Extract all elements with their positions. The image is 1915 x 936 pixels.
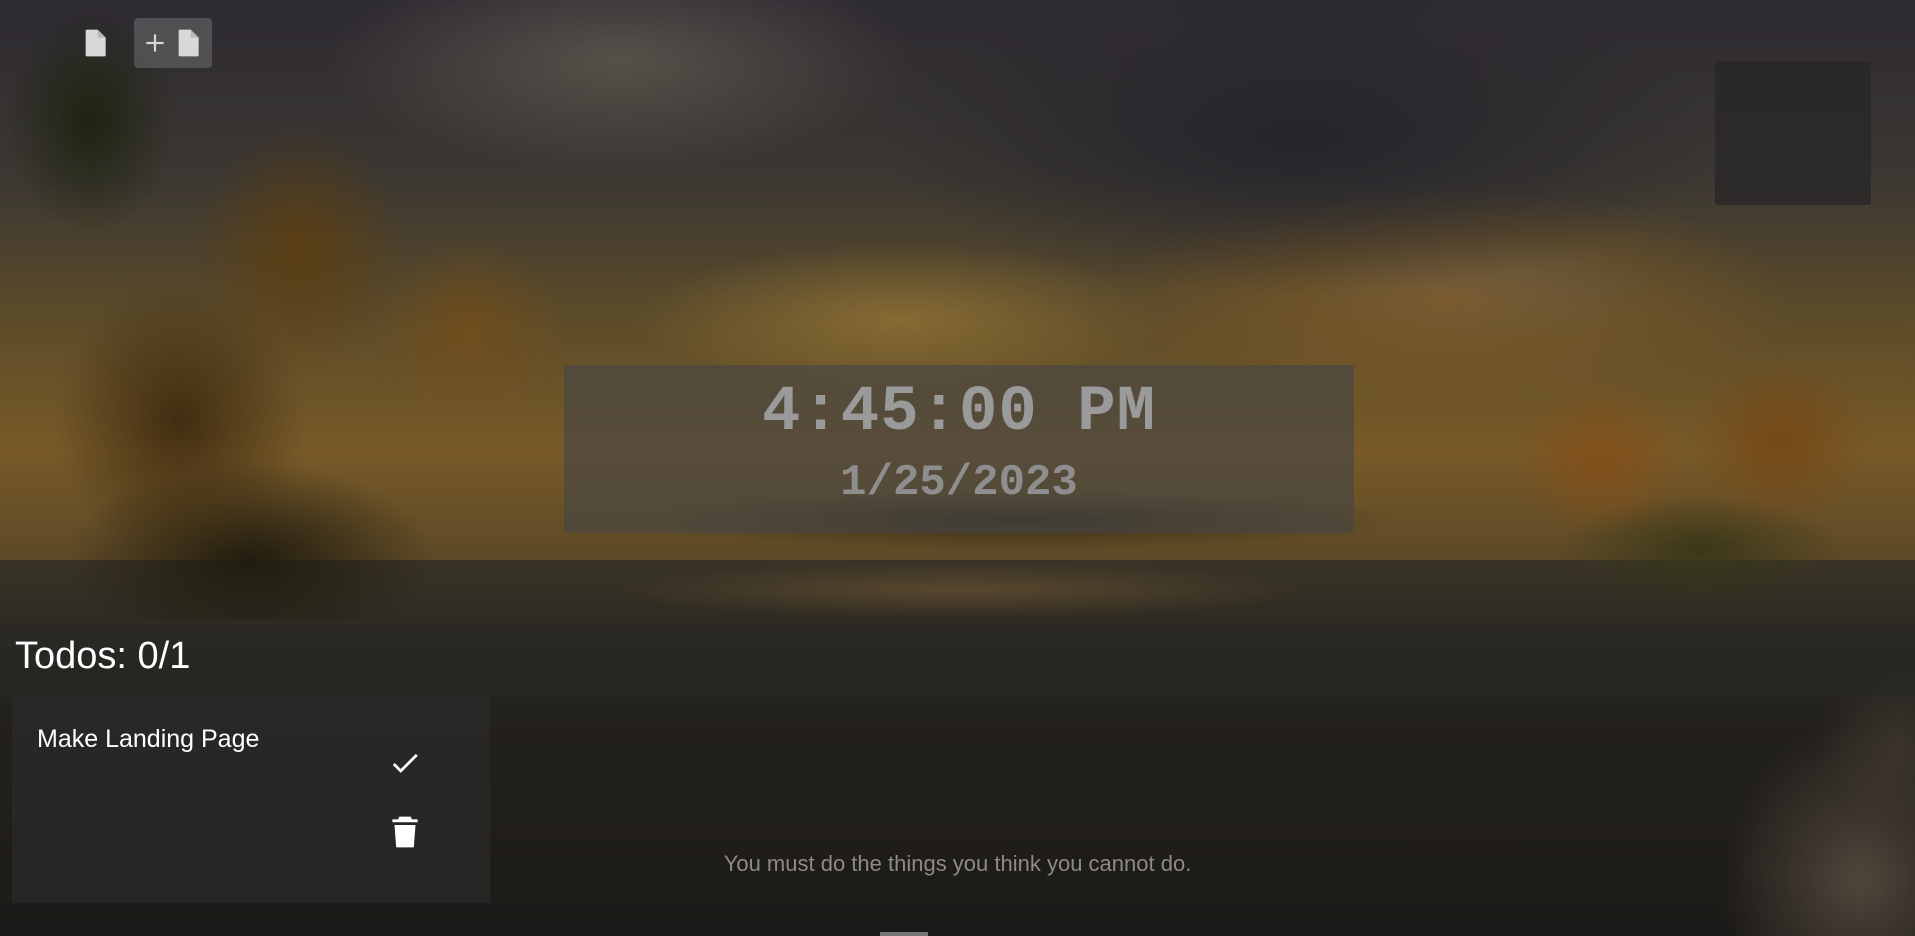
top-right-widget[interactable] bbox=[1715, 61, 1871, 205]
todos-title: Todos: 0/1 bbox=[15, 635, 191, 677]
quote-text: You must do the things you think you can… bbox=[723, 851, 1192, 876]
add-document-button[interactable] bbox=[134, 18, 212, 68]
clock-time: 4:45:00 PM bbox=[761, 377, 1157, 449]
checkmark-icon bbox=[392, 753, 418, 773]
bottom-handle[interactable] bbox=[880, 932, 928, 936]
todo-item-text: Make Landing Page bbox=[37, 725, 260, 753]
clock-panel: 4:45:00 PM 1/25/2023 bbox=[564, 365, 1354, 533]
complete-todo-button[interactable] bbox=[388, 746, 422, 780]
todos-header-bar bbox=[0, 625, 1915, 697]
landing-page: 4:45:00 PM 1/25/2023 Todos: 0/1 Make Lan… bbox=[0, 0, 1915, 936]
clock-date: 1/25/2023 bbox=[840, 458, 1078, 508]
plus-icon bbox=[146, 34, 164, 52]
document-icon bbox=[85, 29, 106, 57]
top-toolbar bbox=[70, 18, 212, 68]
delete-todo-button[interactable] bbox=[391, 815, 419, 849]
document-button[interactable] bbox=[70, 18, 120, 68]
trash-icon bbox=[392, 816, 418, 848]
add-document-icon bbox=[178, 29, 199, 57]
